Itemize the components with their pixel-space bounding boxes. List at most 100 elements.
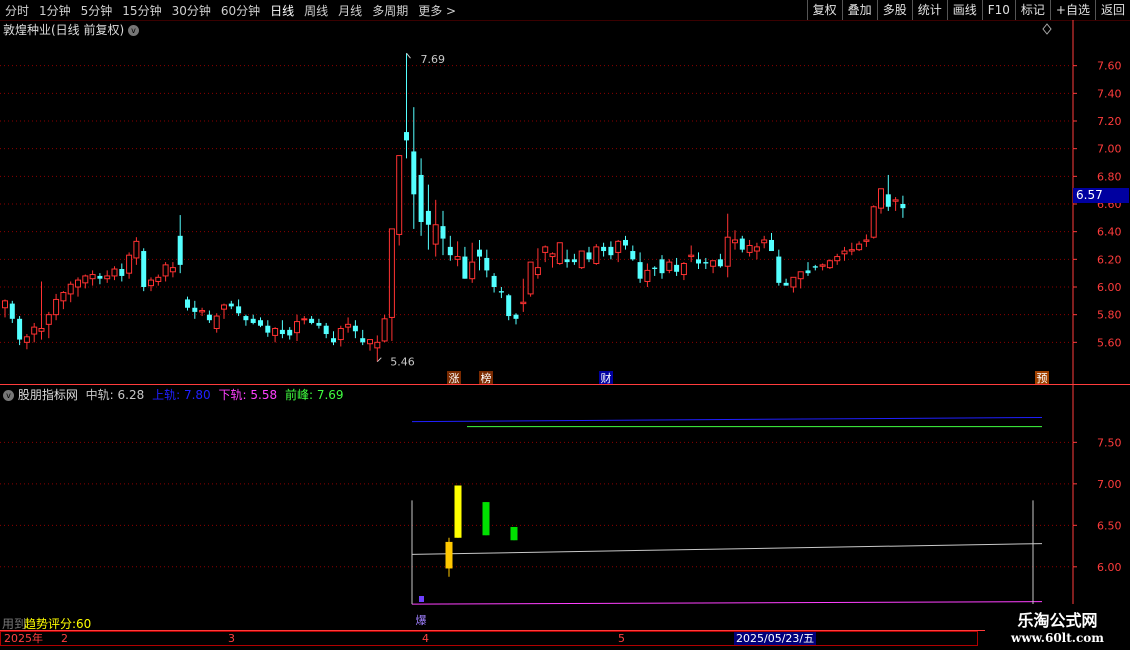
candle-body xyxy=(534,267,541,276)
candle-body xyxy=(586,252,592,260)
candle-body xyxy=(411,151,417,195)
mid-value: 6.28 xyxy=(117,388,145,402)
candle-body xyxy=(309,318,315,323)
price-tick-label: 5.60 xyxy=(1097,336,1122,349)
indicator-name[interactable]: 股朋指标网 xyxy=(18,388,78,402)
candle-body xyxy=(60,292,67,302)
candle-body xyxy=(674,264,680,272)
candle-body xyxy=(447,246,453,256)
candle-body xyxy=(637,262,643,279)
ind-tick-label: 6.00 xyxy=(1097,561,1122,574)
candle-body xyxy=(169,267,176,273)
ind-tick-label: 7.00 xyxy=(1097,478,1122,491)
candle-body xyxy=(659,259,665,274)
indicator-bar xyxy=(482,502,490,536)
chevron-down-icon[interactable]: v xyxy=(3,390,14,401)
candle-body xyxy=(345,323,352,328)
candle-body xyxy=(848,249,855,252)
candle-body xyxy=(542,246,549,253)
candle-body xyxy=(484,257,490,271)
candle-body xyxy=(206,314,212,321)
price-tick-label: 6.80 xyxy=(1097,170,1122,183)
candle-body xyxy=(418,174,424,222)
main-chart-title[interactable]: 敦煌种业(日线 前复权) v xyxy=(3,21,140,38)
candle-body xyxy=(900,204,906,209)
candle-body xyxy=(258,320,263,326)
mid-label: 中轨: xyxy=(85,388,114,402)
current-price-badge: 6.57 xyxy=(1073,188,1129,203)
indicator-line-lower xyxy=(411,601,1043,605)
candle-body xyxy=(856,243,863,251)
ghost-text: 用到 xyxy=(2,617,27,631)
candle-body xyxy=(265,325,271,333)
candle-body xyxy=(841,250,848,255)
watermark: 乐淘公式网 www.60lt.com xyxy=(985,604,1130,650)
candle-body xyxy=(192,307,198,312)
candle-body xyxy=(97,275,103,279)
candle-body xyxy=(878,188,884,209)
price-tick-label: 7.00 xyxy=(1097,143,1122,156)
indicator-line-mid xyxy=(411,543,1043,555)
candle-body xyxy=(162,264,169,277)
candle-body xyxy=(666,261,673,271)
candle-body xyxy=(432,224,439,245)
burst-label: 爆 xyxy=(416,613,427,627)
candle-body xyxy=(593,246,600,264)
candle-body xyxy=(739,238,745,250)
candle-body xyxy=(680,262,687,276)
indicator-bar xyxy=(510,526,518,541)
kline-chart[interactable]: 7.607.407.207.006.806.606.406.206.005.80… xyxy=(0,0,1130,650)
burst-marker xyxy=(419,596,424,602)
candle-body xyxy=(331,338,336,343)
candle-body xyxy=(769,239,774,252)
candle-body xyxy=(111,268,118,277)
candle-body xyxy=(236,306,242,314)
candle-body xyxy=(367,339,373,345)
candle-body xyxy=(885,194,891,207)
candle-body xyxy=(717,259,723,267)
candle-body xyxy=(527,261,534,295)
price-tick-label: 7.40 xyxy=(1097,87,1122,100)
candle-body xyxy=(38,328,45,332)
candle-body xyxy=(148,279,154,287)
candle-body xyxy=(578,250,585,269)
candle-body xyxy=(462,256,468,279)
diamond-icon xyxy=(1042,23,1052,35)
event-mark: 财 xyxy=(601,371,612,385)
candle-body xyxy=(279,329,285,335)
indicator-bar xyxy=(445,541,453,569)
peak-value: 7.69 xyxy=(316,388,344,402)
candle-body xyxy=(287,329,293,336)
candle-body xyxy=(710,260,717,267)
candle-body xyxy=(17,318,23,340)
candle-body xyxy=(323,325,329,335)
candle-body xyxy=(520,301,527,305)
event-mark: 涨 xyxy=(449,372,460,385)
date-axis[interactable]: 2025年 2 3 4 5 2025/05/23/五 xyxy=(0,631,978,646)
watermark-title: 乐淘公式网 xyxy=(1017,611,1098,630)
candle-body xyxy=(75,279,81,288)
date-month-4: 4 xyxy=(422,632,429,645)
candle-body xyxy=(571,259,577,263)
candle-body xyxy=(67,283,74,295)
candle-body xyxy=(396,155,403,235)
candle-body xyxy=(155,276,162,282)
candle-body xyxy=(608,246,614,256)
chevron-down-icon[interactable]: v xyxy=(128,25,140,36)
indicator-bar xyxy=(454,485,462,538)
candle-body xyxy=(31,326,38,335)
candle-body xyxy=(805,270,811,274)
candle-body xyxy=(477,249,482,257)
candle-body xyxy=(761,239,768,244)
candle-body xyxy=(652,267,658,270)
candle-body xyxy=(506,295,512,317)
indicator-title-bar: v 股朋指标网 中轨: 6.28 上轨: 7.80 下轨: 5.58 前峰: 7… xyxy=(3,386,344,403)
selected-date: 2025/05/23/五 xyxy=(734,632,817,645)
event-mark: 预 xyxy=(1037,372,1048,385)
date-month-2: 2 xyxy=(61,632,68,645)
candle-body xyxy=(644,269,651,282)
candle-body xyxy=(9,303,15,319)
candle-body xyxy=(819,264,826,267)
price-tick-label: 6.00 xyxy=(1097,281,1122,294)
candle-body xyxy=(45,314,52,325)
